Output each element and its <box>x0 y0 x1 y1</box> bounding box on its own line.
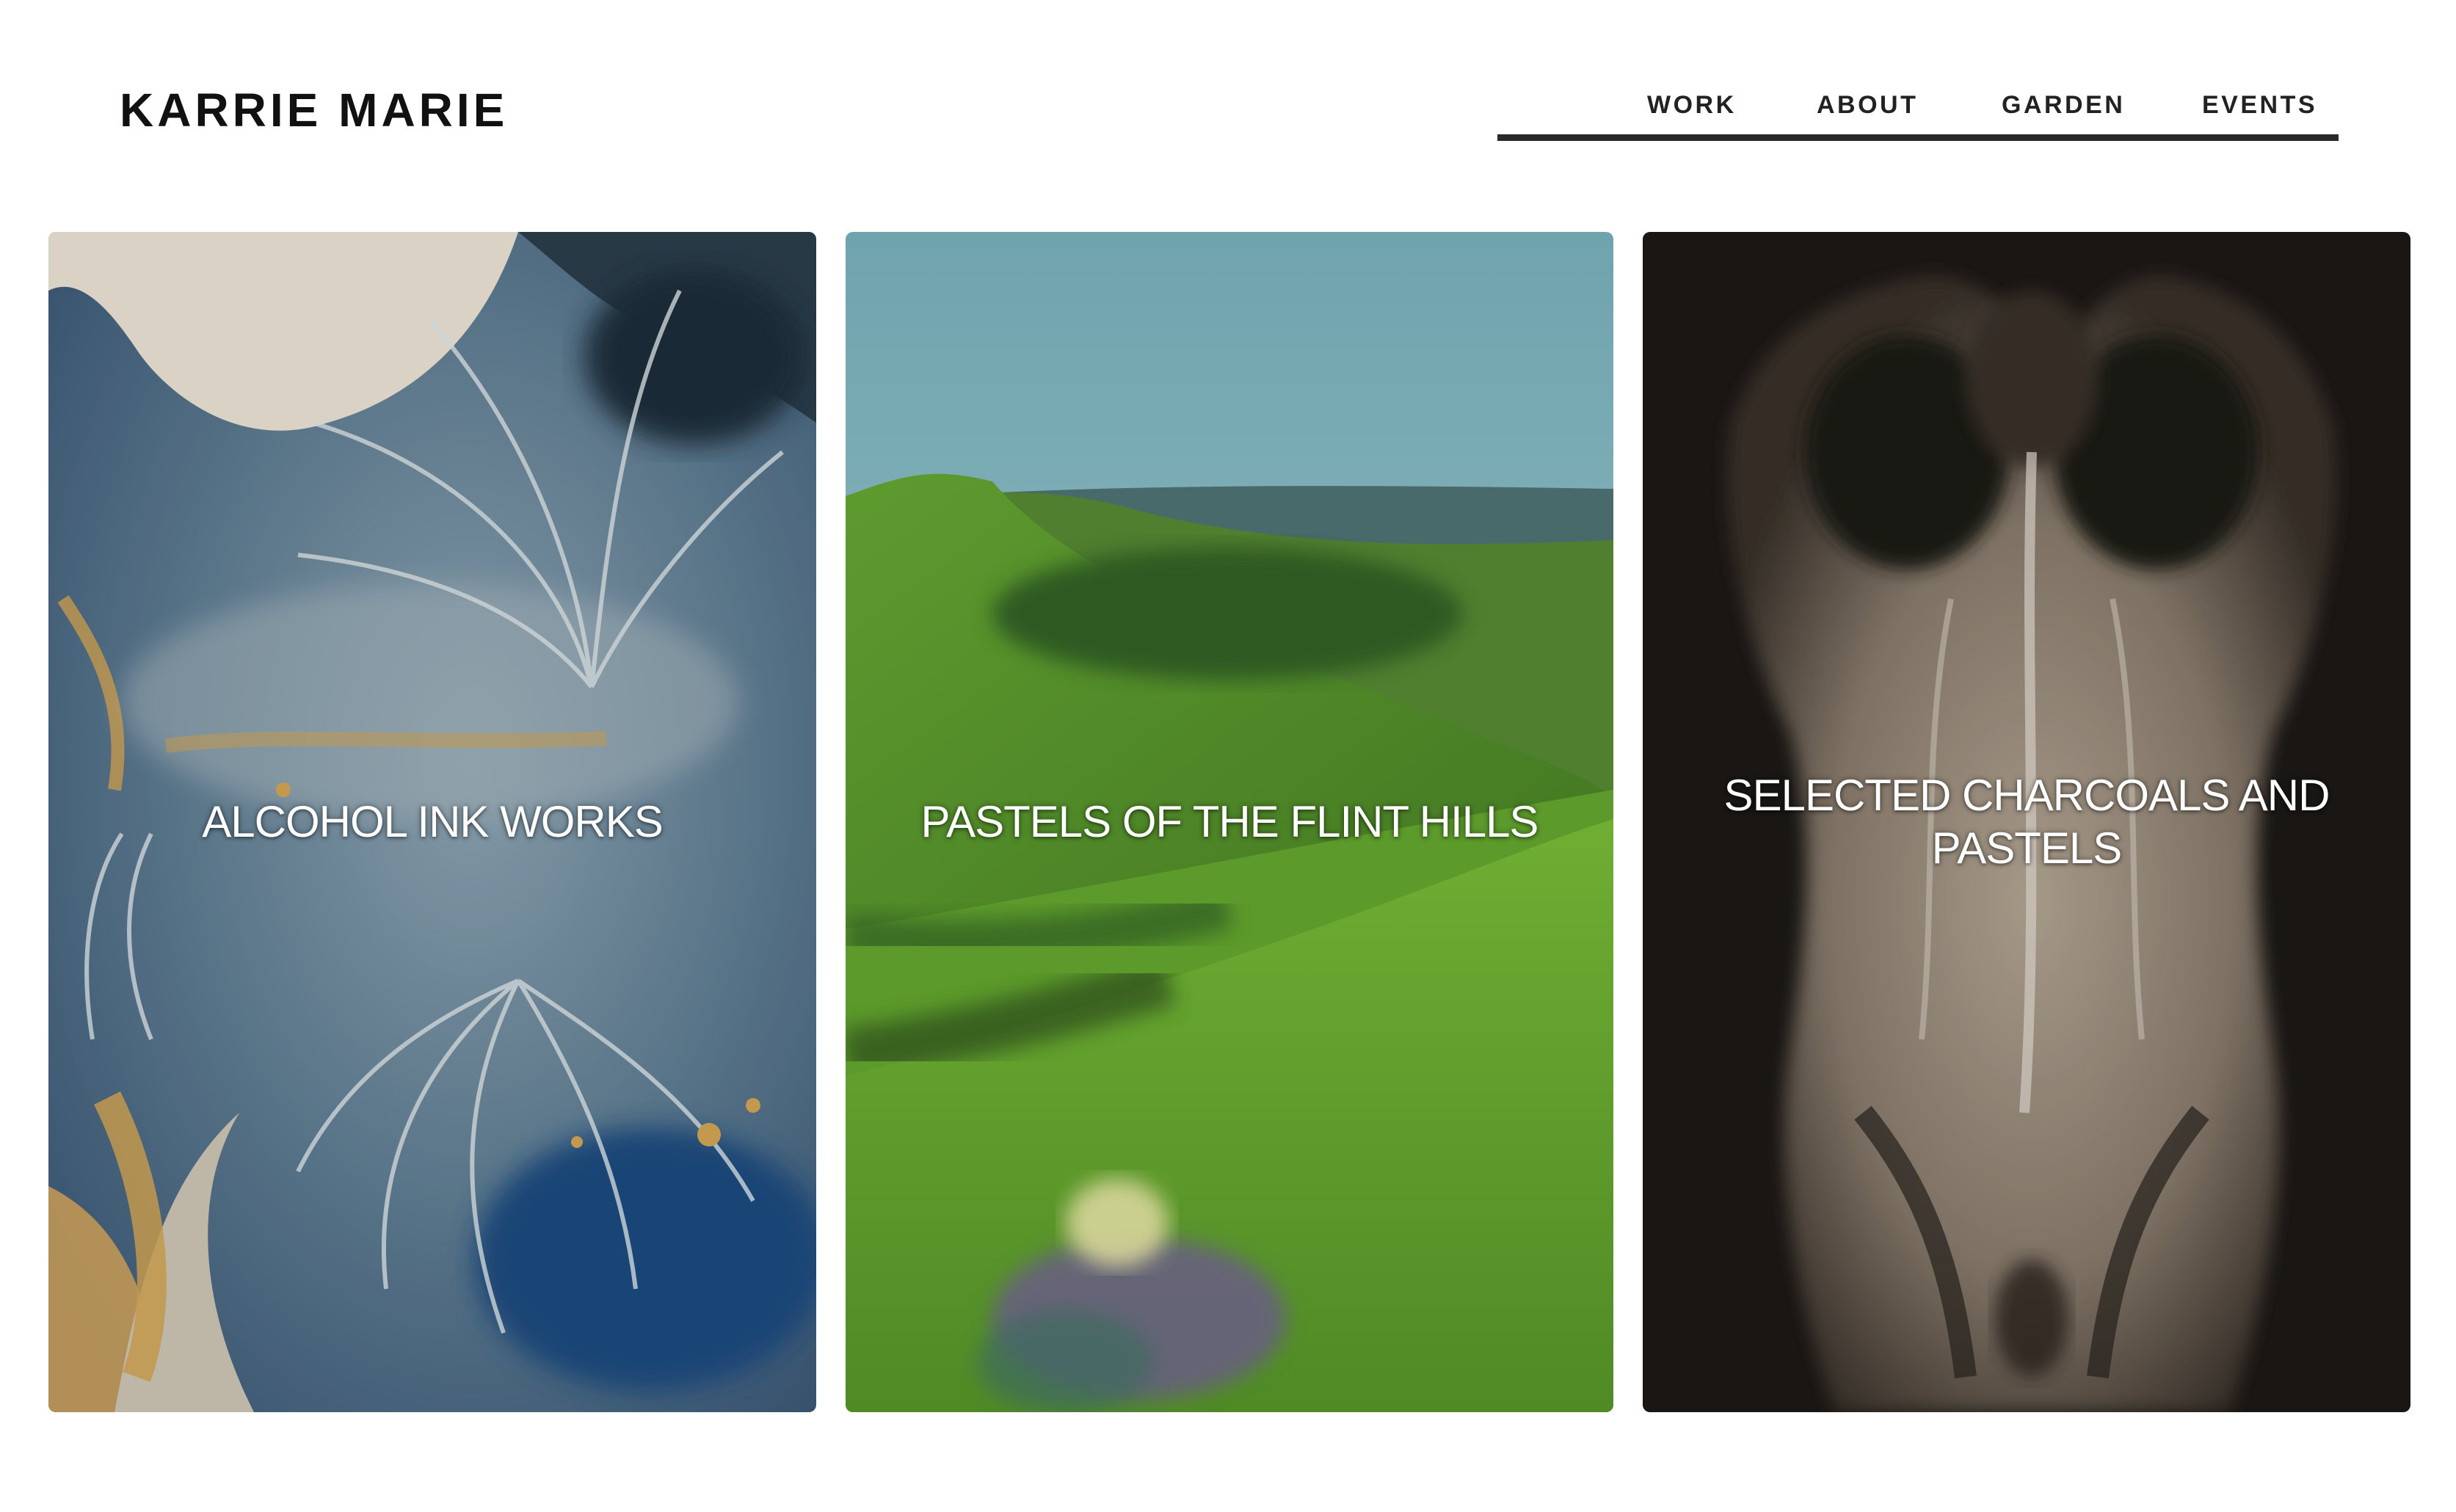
nav-item-garden[interactable]: GARDEN <box>2002 92 2125 117</box>
nav-item-about[interactable]: ABOUT <box>1817 92 1918 117</box>
gallery-tile-charcoals-pastels[interactable]: SELECTED CHARCOALS AND PASTELS <box>1643 232 2410 1412</box>
page: KARRIE MARIE WORK ABOUT GARDEN EVENTS AL… <box>0 0 2456 1512</box>
tile-label: SELECTED CHARCOALS AND PASTELS <box>1723 771 2330 873</box>
tile-label: ALCOHOL INK WORKS <box>202 797 664 846</box>
gallery-tile-alcohol-ink[interactable]: ALCOHOL INK WORKS <box>48 232 816 1412</box>
main-nav: WORK ABOUT GARDEN EVENTS <box>1497 87 2339 141</box>
tile-label: PASTELS OF THE FLINT HILLS <box>920 797 1539 846</box>
gallery-tile-flint-hills-pastels[interactable]: PASTELS OF THE FLINT HILLS <box>846 232 1613 1412</box>
nav-item-work[interactable]: WORK <box>1647 92 1737 117</box>
nav-item-events[interactable]: EVENTS <box>2202 92 2317 117</box>
site-title-link[interactable]: KARRIE MARIE <box>120 87 508 134</box>
